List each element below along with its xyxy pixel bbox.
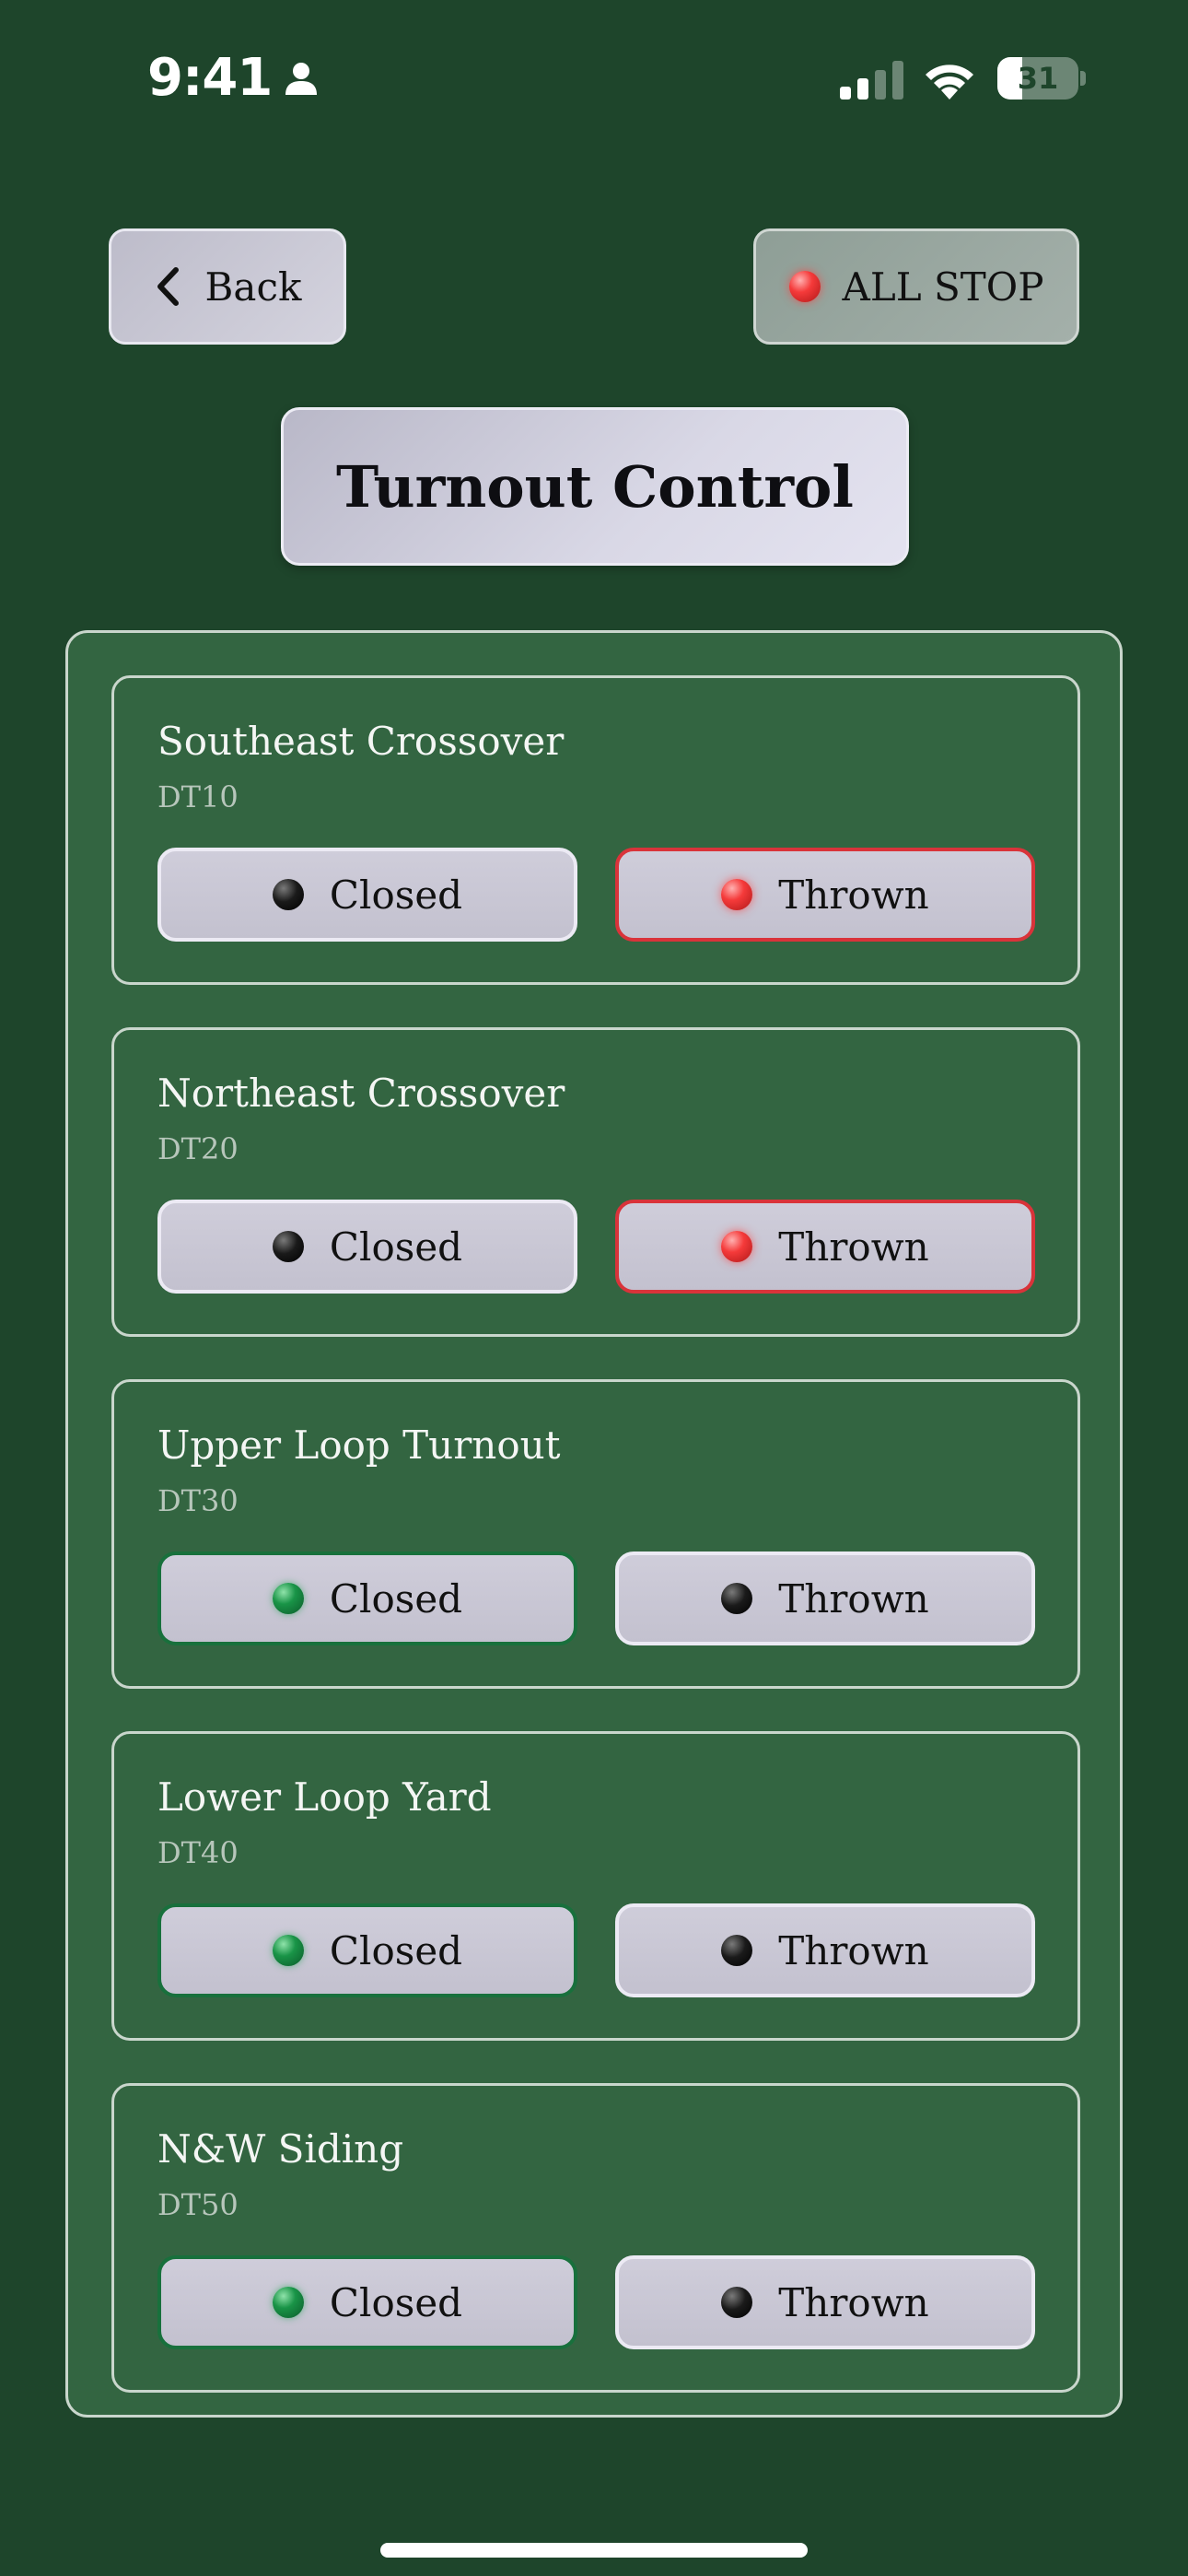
thrown-indicator-icon bbox=[721, 879, 753, 910]
wifi-icon bbox=[926, 64, 973, 100]
turnout-name: Lower Loop Yard bbox=[157, 1774, 492, 1820]
turnout-card: Upper Loop Turnout DT30 Closed Thrown bbox=[111, 1379, 1080, 1689]
battery-level-text: 31 bbox=[1017, 61, 1059, 96]
chevron-left-icon bbox=[157, 267, 179, 306]
turnout-panel: Southeast Crossover DT10 Closed Thrown N… bbox=[65, 630, 1123, 2418]
closed-indicator-icon bbox=[272, 2287, 304, 2318]
turnout-name: Northeast Crossover bbox=[157, 1071, 565, 1116]
closed-label: Closed bbox=[329, 1575, 463, 1622]
clock-text: 9:41 bbox=[147, 48, 273, 108]
thrown-label: Thrown bbox=[778, 1224, 929, 1270]
turnout-name: Southeast Crossover bbox=[157, 719, 565, 764]
closed-label: Closed bbox=[329, 2279, 463, 2325]
battery-body: 31 bbox=[997, 57, 1078, 100]
turnout-card: Lower Loop Yard DT40 Closed Thrown bbox=[111, 1731, 1080, 2041]
thrown-label: Thrown bbox=[778, 1575, 929, 1622]
all-stop-label: ALL STOP bbox=[842, 263, 1044, 310]
closed-indicator-icon bbox=[272, 1935, 304, 1966]
closed-button[interactable]: Closed bbox=[157, 848, 577, 942]
thrown-button[interactable]: Thrown bbox=[615, 1551, 1035, 1645]
closed-label: Closed bbox=[329, 1927, 463, 1973]
thrown-indicator-icon bbox=[721, 1935, 753, 1966]
turnout-id: DT10 bbox=[157, 779, 239, 814]
thrown-indicator-icon bbox=[721, 2287, 753, 2318]
turnout-control-screen: 9:41 31 Back ALL STOP Turnout Control So… bbox=[0, 0, 1188, 2576]
closed-button[interactable]: Closed bbox=[157, 1903, 577, 1997]
status-bar-time: 9:41 bbox=[147, 48, 320, 108]
all-stop-indicator-icon bbox=[788, 271, 821, 302]
thrown-button[interactable]: Thrown bbox=[615, 2255, 1035, 2349]
home-indicator[interactable] bbox=[380, 2543, 808, 2558]
thrown-label: Thrown bbox=[778, 872, 929, 918]
closed-button[interactable]: Closed bbox=[157, 2255, 577, 2349]
turnout-id: DT40 bbox=[157, 1835, 239, 1870]
thrown-indicator-icon bbox=[721, 1231, 753, 1262]
battery-icon: 31 bbox=[997, 57, 1086, 100]
person-icon bbox=[285, 62, 318, 95]
battery-cap bbox=[1080, 71, 1086, 86]
thrown-label: Thrown bbox=[778, 1927, 929, 1973]
thrown-button[interactable]: Thrown bbox=[615, 1200, 1035, 1294]
closed-button[interactable]: Closed bbox=[157, 1551, 577, 1645]
turnout-id: DT20 bbox=[157, 1131, 239, 1166]
turnout-name: N&W Siding bbox=[157, 2126, 404, 2172]
turnout-card: Northeast Crossover DT20 Closed Thrown bbox=[111, 1027, 1080, 1337]
cellular-signal-icon bbox=[840, 61, 903, 100]
back-button[interactable]: Back bbox=[109, 228, 346, 345]
turnout-card: N&W Siding DT50 Closed Thrown bbox=[111, 2083, 1080, 2393]
turnout-id: DT50 bbox=[157, 2187, 239, 2222]
page-title: Turnout Control bbox=[281, 407, 909, 566]
closed-indicator-icon bbox=[272, 1231, 304, 1262]
back-label: Back bbox=[204, 263, 302, 310]
all-stop-button[interactable]: ALL STOP bbox=[753, 228, 1079, 345]
closed-label: Closed bbox=[329, 872, 463, 918]
thrown-indicator-icon bbox=[721, 1583, 753, 1614]
thrown-button[interactable]: Thrown bbox=[615, 848, 1035, 942]
closed-label: Closed bbox=[329, 1224, 463, 1270]
thrown-button[interactable]: Thrown bbox=[615, 1903, 1035, 1997]
closed-button[interactable]: Closed bbox=[157, 1200, 577, 1294]
turnout-id: DT30 bbox=[157, 1483, 239, 1518]
closed-indicator-icon bbox=[272, 1583, 304, 1614]
closed-indicator-icon bbox=[272, 879, 304, 910]
thrown-label: Thrown bbox=[778, 2279, 929, 2325]
turnout-name: Upper Loop Turnout bbox=[157, 1423, 561, 1468]
turnout-card: Southeast Crossover DT10 Closed Thrown bbox=[111, 675, 1080, 985]
